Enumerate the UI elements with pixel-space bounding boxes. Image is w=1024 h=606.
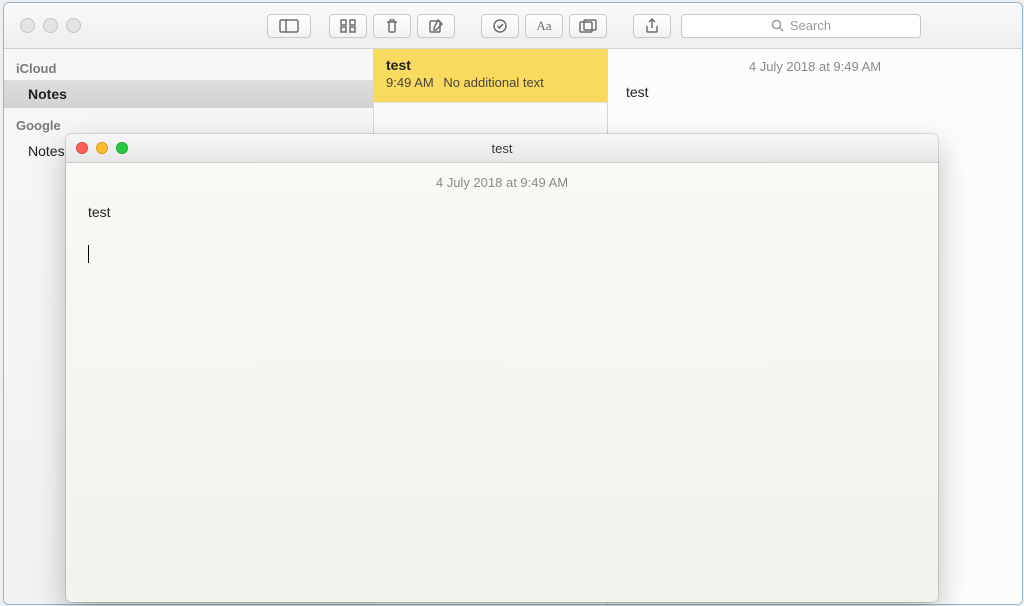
editor-content: test: [626, 84, 1004, 100]
checklist-icon: [492, 18, 508, 34]
note-list-item[interactable]: test 9:49 AM No additional text: [374, 49, 607, 103]
sidebar-item-notes-icloud[interactable]: Notes: [4, 80, 373, 108]
text-cursor: [88, 245, 89, 263]
checklist-button[interactable]: [481, 14, 519, 38]
view-toggle-button[interactable]: [267, 14, 311, 38]
minimize-button[interactable]: [43, 18, 58, 33]
format-button[interactable]: Aa: [525, 14, 563, 38]
editor-timestamp: 4 July 2018 at 9:49 AM: [626, 59, 1004, 74]
float-content: test: [88, 202, 916, 223]
float-editor[interactable]: 4 July 2018 at 9:49 AM test: [66, 163, 938, 602]
sidebar-icon: [279, 19, 299, 33]
note-float-window: test 4 July 2018 at 9:49 AM test: [66, 134, 938, 602]
float-traffic-lights: [76, 142, 128, 154]
compose-button[interactable]: [417, 14, 455, 38]
search-input[interactable]: Search: [681, 14, 921, 38]
grid-icon: [340, 19, 356, 33]
share-icon: [645, 18, 659, 34]
main-titlebar: Aa Search: [4, 3, 1022, 49]
note-item-time: 9:49 AM: [386, 75, 434, 90]
zoom-button[interactable]: [66, 18, 81, 33]
search-icon: [771, 19, 784, 32]
delete-button[interactable]: [373, 14, 411, 38]
toolbar: Aa: [267, 14, 671, 38]
zoom-button[interactable]: [116, 142, 128, 154]
compose-icon: [428, 18, 444, 34]
note-item-title: test: [386, 57, 595, 73]
close-button[interactable]: [20, 18, 35, 33]
share-button[interactable]: [633, 14, 671, 38]
note-item-snippet: No additional text: [443, 75, 543, 90]
float-timestamp: 4 July 2018 at 9:49 AM: [88, 175, 916, 190]
sidebar-item-label: Notes: [28, 86, 67, 102]
close-button[interactable]: [76, 142, 88, 154]
windows-icon: [579, 19, 597, 33]
note-item-subtitle: 9:49 AM No additional text: [386, 75, 595, 90]
minimize-button[interactable]: [96, 142, 108, 154]
sidebar-item-label: Notes: [28, 143, 65, 159]
search-placeholder: Search: [790, 18, 831, 33]
trash-icon: [385, 18, 399, 34]
open-in-window-button[interactable]: [569, 14, 607, 38]
grid-view-button[interactable]: [329, 14, 367, 38]
format-icon: Aa: [536, 18, 551, 34]
sidebar-section-icloud: iCloud: [4, 57, 373, 80]
main-traffic-lights: [20, 18, 81, 33]
float-window-title: test: [66, 141, 938, 156]
float-titlebar[interactable]: test: [66, 134, 938, 163]
